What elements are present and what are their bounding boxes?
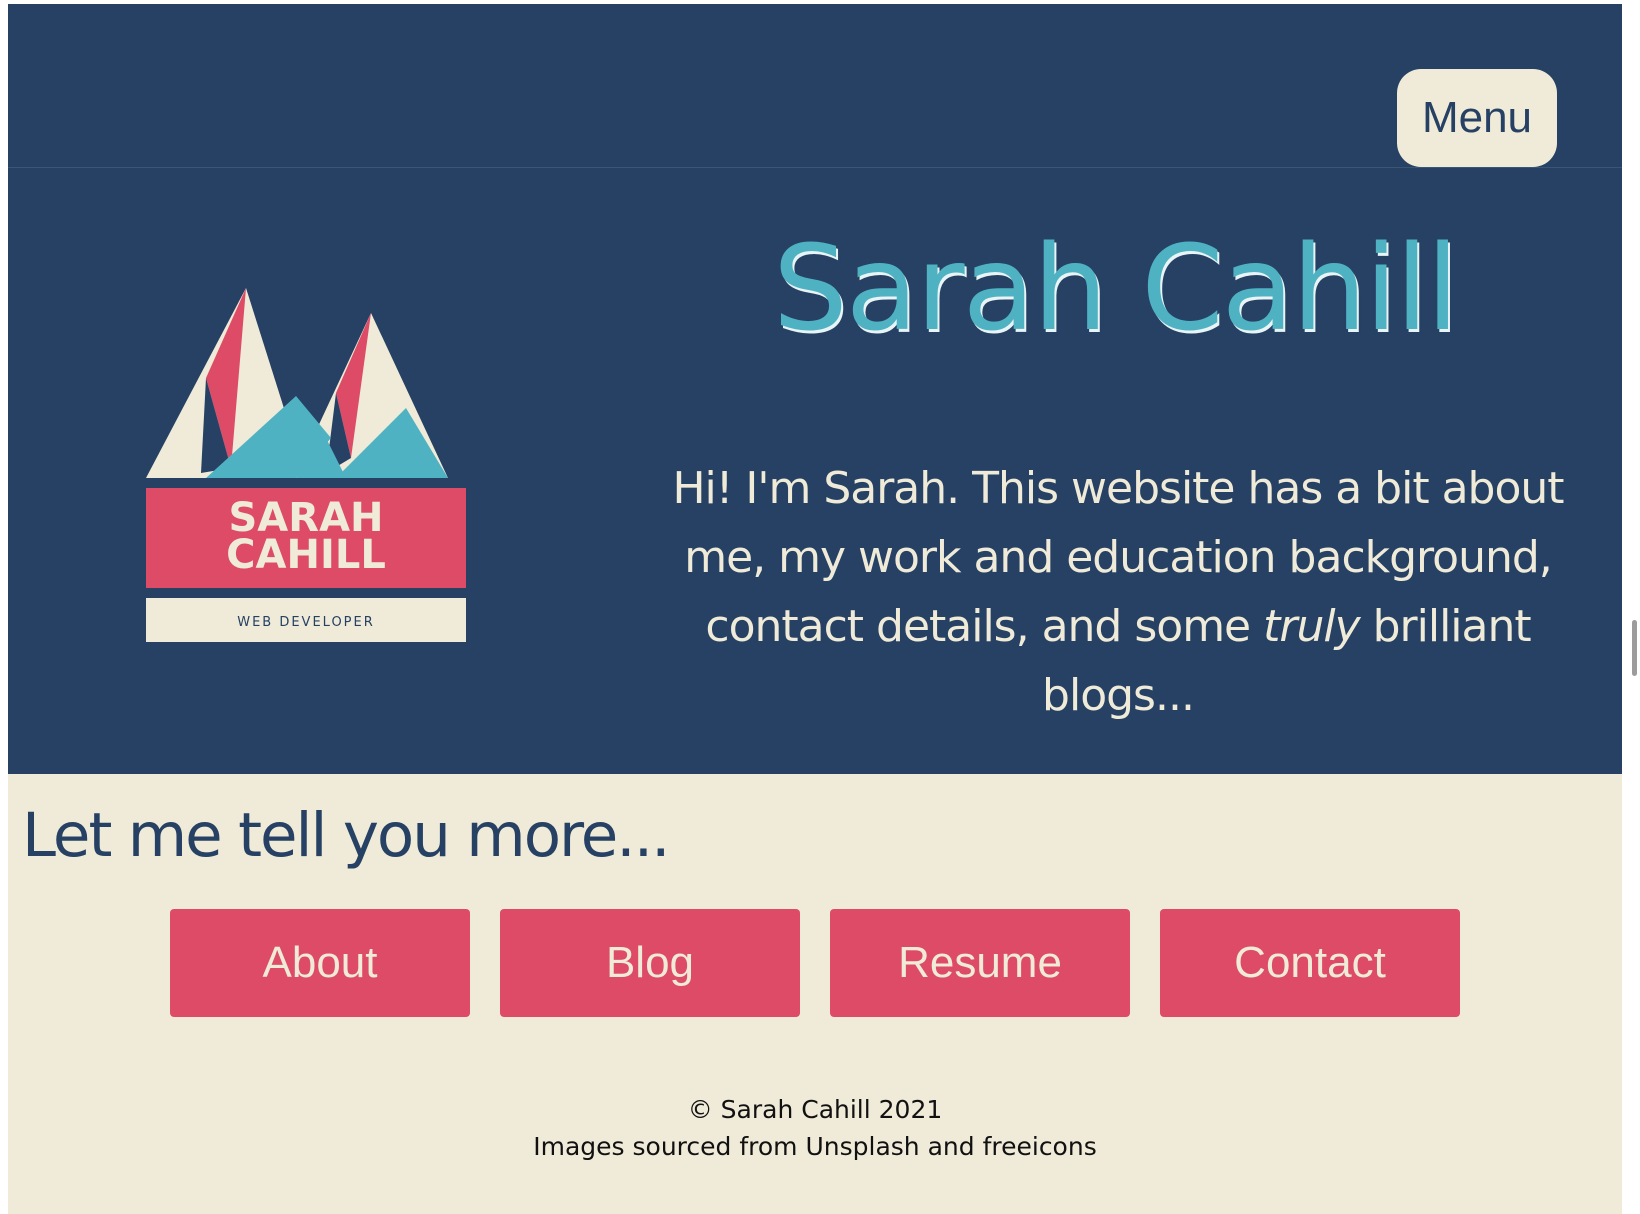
logo: SARAH CAHILL WEB DEVELOPER bbox=[146, 288, 466, 642]
contact-button[interactable]: Contact bbox=[1160, 909, 1460, 1017]
footer-copyright: © Sarah Cahill 2021 bbox=[687, 1095, 943, 1124]
blog-button[interactable]: Blog bbox=[500, 909, 800, 1017]
more-heading: Let me tell you more... bbox=[22, 800, 670, 871]
intro-paragraph: Hi! I'm Sarah. This website has a bit ab… bbox=[648, 454, 1588, 730]
hero-section: SARAH CAHILL WEB DEVELOPER Sarah Cahill … bbox=[8, 168, 1622, 774]
site-header: Menu bbox=[8, 4, 1622, 168]
site-title: Sarah Cahill bbox=[772, 219, 1459, 357]
mountains-icon bbox=[146, 288, 448, 478]
intro-emphasis: truly bbox=[1263, 601, 1360, 652]
logo-divider bbox=[146, 478, 466, 488]
logo-tagline: WEB DEVELOPER bbox=[237, 615, 375, 630]
about-button[interactable]: About bbox=[170, 909, 470, 1017]
page: Menu SARAH CAHILL WEB DEVELOPER Sarah Ca… bbox=[8, 4, 1622, 1214]
resume-button[interactable]: Resume bbox=[830, 909, 1130, 1017]
menu-button[interactable]: Menu bbox=[1397, 69, 1557, 167]
site-footer: © Sarah Cahill 2021 Images sourced from … bbox=[8, 1091, 1622, 1165]
scrollbar-thumb[interactable] bbox=[1632, 620, 1637, 676]
logo-name-line2: CAHILL bbox=[226, 532, 386, 578]
footer-credits: Images sourced from Unsplash and freeico… bbox=[533, 1132, 1097, 1161]
